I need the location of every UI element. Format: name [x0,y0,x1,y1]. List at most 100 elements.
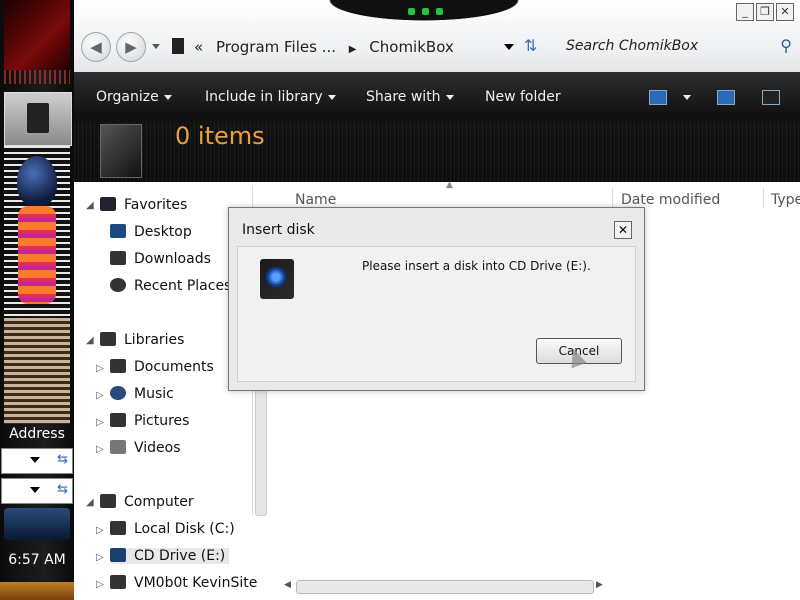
nav-label: Desktop [134,224,192,240]
collapsed-arrow-icon[interactable]: ▷ [96,444,104,455]
title-decoration [304,0,544,26]
preview-pane-icon[interactable] [717,90,735,105]
horizontal-scrollbar[interactable]: ◀ ▶ [284,578,604,596]
organize-label: Organize [96,89,159,105]
address-dropdown-icon[interactable] [504,44,514,50]
collapsed-arrow-icon[interactable]: ▷ [96,525,104,536]
back-button[interactable]: ◀ [81,32,111,62]
videos-icon [110,440,126,454]
expand-arrow-icon[interactable]: ◢ [86,335,94,346]
lightbulb-icon[interactable] [17,156,57,206]
nav-network-drive[interactable]: VM0b0t KevinSite [110,575,257,591]
taskbar-thumbnail-top[interactable] [4,0,70,70]
recent-places-icon [110,278,126,292]
nav-music[interactable]: Music [110,386,174,402]
title-bar: _ ❐ ✕ ◀ ▶ « Program Files ... ▶ ChomikBo… [74,0,800,72]
refresh-icon[interactable]: ⇆ [57,452,68,467]
desktop-icon [110,224,126,238]
collapsed-arrow-icon[interactable]: ▷ [96,579,104,590]
disc-icon [266,267,286,287]
help-icon[interactable] [762,90,780,105]
nav-label: Computer [124,494,194,510]
nav-label: Recent Places [134,278,232,294]
search-icon[interactable]: ⚲ [780,36,792,55]
column-divider[interactable] [612,188,613,208]
scrollbar-thumb[interactable] [296,580,594,594]
dialog-title: Insert disk [242,222,315,238]
new-folder-button[interactable]: New folder [485,89,561,105]
column-divider[interactable] [763,188,764,208]
chevron-down-icon[interactable] [30,457,40,463]
column-name[interactable]: Name [295,192,336,208]
nav-desktop[interactable]: Desktop [110,224,192,240]
nav-favorites[interactable]: Favorites [100,197,187,213]
collapsed-arrow-icon[interactable]: ▷ [96,417,104,428]
collapsed-arrow-icon[interactable]: ▷ [96,552,104,563]
start-orb[interactable] [0,582,74,600]
taskbar: Address ⇆ ⇆ 6:57 AM [0,0,74,600]
nav-label: Favorites [124,197,188,213]
view-dropdown[interactable] [678,89,691,105]
taskbar-photo-thumbnail[interactable] [4,318,70,424]
nav-label: Music [134,386,174,402]
network-drive-icon [110,575,126,589]
collapsed-arrow-icon[interactable]: ▷ [96,363,104,374]
organize-button[interactable]: Organize [96,89,172,105]
nav-libraries[interactable]: Libraries [100,332,184,348]
collapsed-arrow-icon[interactable]: ▷ [96,390,104,401]
nav-cd-drive[interactable]: CD Drive (E:) [110,548,230,564]
star-icon [100,197,116,211]
address-bar[interactable]: « Program Files ... ▶ ChomikBox ⇅ [168,32,558,62]
scroll-left-icon[interactable]: ◀ [284,580,291,590]
include-in-library-button[interactable]: Include in library [205,89,336,105]
nav-label: Local Disk (C:) [134,521,235,537]
nav-label: Videos [134,440,181,456]
nav-computer[interactable]: Computer [100,494,194,510]
search-input[interactable]: Search ChomikBox [566,38,698,54]
nav-documents[interactable]: Documents [110,359,214,375]
music-icon [110,386,126,400]
share-with-button[interactable]: Share with [366,89,454,105]
folder-icon [172,38,184,54]
column-type[interactable]: Type [771,192,800,208]
forward-button[interactable]: ▶ [116,32,146,62]
expand-arrow-icon[interactable]: ◢ [86,497,94,508]
address-input-secondary[interactable]: ⇆ [1,478,73,504]
breadcrumb-overflow[interactable]: « [194,38,203,56]
breadcrumb-program-files[interactable]: Program Files ... [216,38,336,56]
refresh-icon[interactable]: ⇅ [524,36,537,55]
address-input[interactable]: ⇆ [1,448,73,474]
minimize-button[interactable]: _ [736,3,754,21]
nav-recent-places[interactable]: Recent Places [110,278,231,294]
nav-local-disk[interactable]: Local Disk (C:) [110,521,235,537]
refresh-icon[interactable]: ⇆ [57,482,68,497]
nav-videos[interactable]: Videos [110,440,181,456]
maximize-button[interactable]: ❐ [756,3,774,21]
expand-arrow-icon[interactable]: ◢ [86,200,94,211]
chevron-right-icon[interactable]: ▶ [349,44,357,55]
chevron-down-icon [683,94,691,100]
column-date-modified[interactable]: Date modified [621,192,720,208]
chevron-down-icon [327,94,336,100]
nav-label: Libraries [124,332,185,348]
downloads-icon [110,251,126,265]
firefox-icon[interactable] [18,206,56,304]
nav-downloads[interactable]: Downloads [110,251,211,267]
folder-icon [100,124,142,178]
green-light-icon [408,8,415,15]
breadcrumb-chomikbox[interactable]: ChomikBox [369,38,454,56]
share-with-label: Share with [366,89,441,105]
projector-icon[interactable] [4,508,70,540]
search-box[interactable]: Search ChomikBox ⚲ [558,32,800,62]
green-light-icon [436,8,443,15]
taskbar-explorer-thumbnail[interactable] [4,92,72,146]
clock[interactable]: 6:57 AM [0,552,74,568]
view-icon[interactable] [649,90,667,105]
dialog-close-button[interactable]: ✕ [614,221,632,239]
scroll-right-icon[interactable]: ▶ [596,580,603,590]
close-button[interactable]: ✕ [776,3,794,21]
nav-pictures[interactable]: Pictures [110,413,189,429]
chevron-down-icon[interactable] [30,487,40,493]
breadcrumb: « Program Files ... ▶ ChomikBox [194,38,454,56]
recent-pages-dropdown[interactable] [152,44,160,49]
